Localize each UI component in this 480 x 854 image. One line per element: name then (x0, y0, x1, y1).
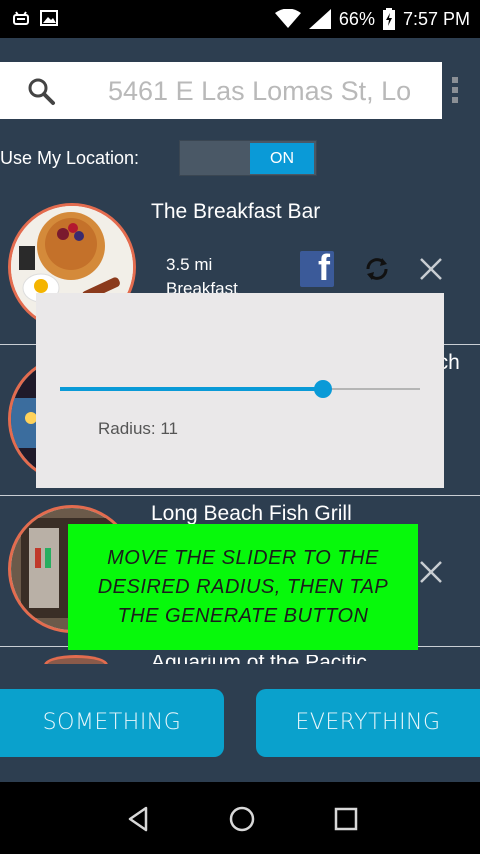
slider-fill (60, 387, 323, 391)
restaurant-title[interactable]: The Breakfast Bar (151, 200, 320, 224)
everything-button[interactable]: EVERYTHING (256, 689, 480, 757)
status-bar: 66% 7:57 PM (0, 0, 480, 38)
android-debug-icon (13, 11, 29, 25)
list-item-clipped: Aquarium of the Pacific (0, 655, 480, 664)
refresh-icon[interactable] (362, 254, 392, 284)
search-input[interactable]: 5461 E Las Lomas St, Lo (108, 76, 420, 106)
something-button[interactable]: SOMETHING (0, 689, 224, 757)
location-toggle[interactable]: ON (179, 140, 317, 176)
battery-charging-icon (382, 8, 395, 30)
back-icon[interactable] (124, 804, 154, 834)
use-location-label: Use My Location: (0, 148, 140, 168)
restaurant-title: Aquarium of the Pacific (151, 655, 367, 664)
home-icon[interactable] (227, 804, 257, 834)
restaurant-title[interactable]: Long Beach Fish Grill (151, 502, 352, 526)
search-icon[interactable] (26, 76, 56, 106)
list-divider (0, 495, 480, 496)
navigation-bar (0, 782, 480, 854)
restaurant-thumbnail (44, 655, 108, 664)
search-bar[interactable]: 5461 E Las Lomas St, Lo (0, 62, 442, 119)
overflow-menu-icon[interactable] (452, 77, 460, 105)
radius-label: Radius: 11 (98, 419, 179, 438)
wifi-icon (274, 9, 301, 28)
instruction-text: MOVE THE SLIDER TO THE DESIRED RADIUS, T… (97, 546, 389, 627)
instruction-tooltip: MOVE THE SLIDER TO THE DESIRED RADIUS, T… (68, 524, 418, 650)
restaurant-distance: 3.5 mi (166, 255, 213, 274)
signal-icon (308, 9, 331, 29)
close-icon[interactable] (418, 559, 444, 585)
image-icon (40, 10, 58, 26)
clock: 7:57 PM (402, 8, 470, 29)
recents-icon[interactable] (331, 804, 361, 834)
slider-thumb[interactable] (313, 380, 332, 398)
radius-dialog: Radius: 11 (36, 293, 444, 488)
facebook-icon[interactable]: f (300, 247, 334, 288)
close-icon[interactable] (418, 256, 444, 282)
battery-percent: 66% (338, 8, 375, 29)
radius-slider[interactable] (60, 380, 420, 398)
toggle-on-label: ON (250, 143, 314, 174)
